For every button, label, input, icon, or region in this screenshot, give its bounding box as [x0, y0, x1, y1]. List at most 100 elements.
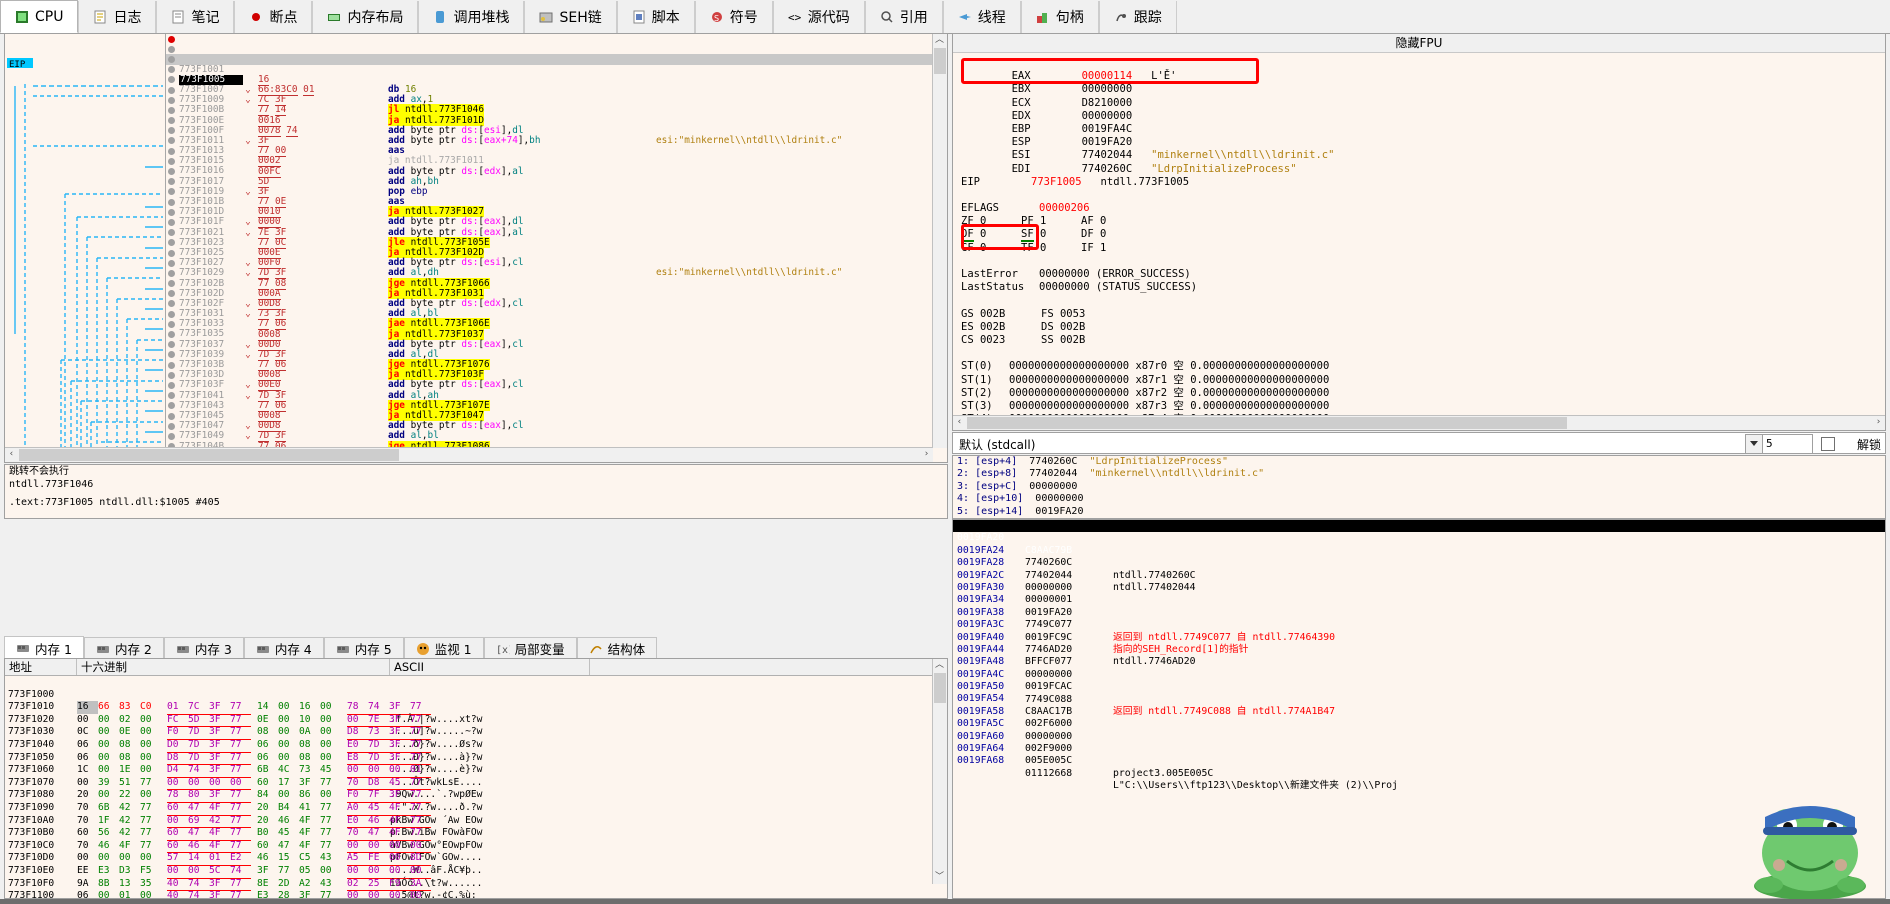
segment-value[interactable]: 002B [980, 308, 1005, 320]
segment-ES[interactable]: ES 002B [961, 321, 1041, 334]
tab-源代码[interactable]: <> 源代码 [773, 1, 865, 33]
stack-row[interactable]: 0019FA24 7740260C ntdll.7740260C [953, 532, 1885, 544]
disasm-row[interactable]: 773F103D ⌄ 7D 3F jge ntdll.773F107E [166, 350, 947, 360]
regs-hscroll-thumb[interactable] [967, 417, 1567, 429]
dump-byte[interactable]: 28 [278, 890, 299, 898]
breakpoint-dot[interactable] [168, 56, 175, 63]
tab-句柄[interactable]: 句柄 [1021, 1, 1099, 33]
breakpoint-dot[interactable] [168, 423, 175, 430]
breakpoint-dot[interactable] [168, 372, 175, 379]
breakpoint-dot[interactable] [168, 36, 175, 43]
breakpoint-dot[interactable] [168, 87, 175, 94]
disasm-row[interactable]: 773F1013 00FC add ah,bh [166, 126, 947, 136]
dump-row[interactable]: 773F1010 00000200FC5D3F770E001000007E3F7… [5, 689, 933, 702]
stack-row[interactable]: 0019FA68 01112668 L"C:\\Users\\ftp123\\D… [953, 743, 1885, 755]
disasm-row[interactable]: 773F100F ⌄ 77 00 ja ntdll.773F1011 [166, 105, 947, 115]
tab-日志[interactable]: 日志 [78, 1, 156, 33]
tab-符号[interactable]: S 符号 [695, 1, 773, 33]
dump-byte[interactable]: 3F [209, 890, 230, 898]
disasm-row[interactable]: 773F103B 00E0 add al,ah [166, 340, 947, 350]
breakpoint-dot[interactable] [168, 46, 175, 53]
disasm-row[interactable]: 773F1033 00D0 add al,dl [166, 299, 947, 309]
stack-value[interactable]: 01112668 [1025, 768, 1103, 780]
dump-row[interactable]: 773F1030 06000800D07D3F7706000800E07D3F7… [5, 714, 933, 727]
dump-header-cell[interactable]: ASCII [390, 659, 590, 675]
flags-row[interactable]: ZF 0PF 1AF 0 [961, 215, 1885, 228]
disasm-row[interactable]: 773F101F ⌄ 77 0C ja ntdll.773F102D [166, 197, 947, 207]
dump-tab-内存 2[interactable]: 内存 2 [84, 637, 164, 659]
tab-笔记[interactable]: 笔记 [156, 1, 234, 33]
disasm-row[interactable]: 773F1045 ⌄ 7D 3F jge ntdll.773F1086 [166, 391, 947, 401]
segment-row[interactable]: GS 002BFS 0053 [961, 308, 1885, 321]
flag-value[interactable]: 1 [1100, 242, 1106, 254]
segment-value[interactable]: 002B [1060, 321, 1085, 333]
dump-tab-监视 1[interactable]: 监视 1 [404, 637, 484, 659]
disasm-row[interactable]: 773F1037 ⌄ 77 06 ja ntdll.773F103F [166, 319, 947, 329]
tab-断点[interactable]: 断点 [234, 1, 312, 33]
breakpoint-dot[interactable] [168, 341, 175, 348]
segment-value[interactable]: 002B [1060, 334, 1085, 346]
breakpoint-dot[interactable] [168, 433, 175, 440]
dump-column-headers[interactable]: 地址十六进制ASCII [5, 659, 947, 676]
register-row[interactable]: EAX00000114 L'Ě' [961, 57, 1885, 70]
dump-byte[interactable]: 77 [230, 890, 251, 898]
scroll-thumb[interactable] [934, 48, 946, 74]
breakpoint-dot[interactable] [168, 148, 175, 155]
disasm-row[interactable]: 773F1043 00D8 add al,bl [166, 380, 947, 390]
breakpoint-dot[interactable] [168, 331, 175, 338]
stack-arg-row[interactable]: 4: [esp+10] 00000000 [953, 493, 1885, 505]
regs-hscrollbar[interactable]: ‹ › [953, 415, 1885, 430]
disasm-row[interactable]: 773F102D ⌄ 73 3F jae ntdll.773F106E [166, 268, 947, 278]
dump-row[interactable]: 773F1000 166683C0017C3F771400160078743F7… [5, 676, 933, 689]
breakpoint-dot[interactable] [168, 290, 175, 297]
stack-row[interactable]: 0019FA64 005E005C project3.005E005C [953, 731, 1885, 743]
dump-byte[interactable]: 00 [410, 890, 431, 898]
breakpoint-dot[interactable] [168, 168, 175, 175]
arg-count-spinner[interactable]: 5 [1762, 434, 1813, 454]
breakpoint-dot[interactable] [168, 219, 175, 226]
breakpoint-dot[interactable] [168, 413, 175, 420]
flags-row[interactable]: OF 0SF 0DF 0 [961, 228, 1885, 241]
register-value[interactable]: 00000114 [1082, 70, 1133, 82]
disasm-row[interactable]: 773F1025 ⌄ 7D 3F jge ntdll.773F1066 [166, 228, 947, 238]
dump-byte[interactable]: 3F [299, 890, 320, 898]
register-value[interactable]: 00000000 [1082, 110, 1133, 122]
breakpoint-dot[interactable] [168, 280, 175, 287]
breakpoint-dot[interactable] [168, 402, 175, 409]
fpu-row[interactable]: ST(3)0000000000000000000 x87r3 空 0.00000… [961, 400, 1885, 413]
breakpoint-dot[interactable] [168, 199, 175, 206]
disasm-row[interactable]: 773F1017 ⌄ 77 0E ja ntdll.773F1027 [166, 156, 947, 166]
flag-value[interactable]: 0 [1040, 242, 1046, 254]
tab-线程[interactable]: 线程 [943, 1, 1021, 33]
flag-value[interactable]: 0 [980, 242, 986, 254]
flag-value[interactable]: 0 [1100, 215, 1106, 227]
disasm-row[interactable]: 773F102B 00D8 add al,bl [166, 258, 947, 268]
disasm-row[interactable]: 773F102F ⌄ 77 06 ja ntdll.773F1037 [166, 279, 947, 289]
tab-CPU[interactable]: CPU [0, 0, 78, 33]
flags-row[interactable]: CF 0TF 0IF 1 [961, 242, 1885, 255]
dump-row[interactable]: 773F10C0 00000000571401E24615C543A5FE008… [5, 827, 933, 840]
breakpoint-dot[interactable] [168, 229, 175, 236]
disasm-row[interactable]: 773F1007 ⌄ 77 14 ja ntdll.773F101D [166, 65, 947, 75]
memory-dump-panel[interactable]: 地址十六进制ASCII 773F1000 166683C0017C3F77140… [4, 658, 948, 899]
segment-SS[interactable]: SS 002B [1041, 334, 1121, 347]
call-convention-bar[interactable]: 默认 (stdcall) 5 解锁 [952, 432, 1886, 454]
dump-row[interactable]: 773F10D0 EEE3D3F500005C743F7705000000000… [5, 840, 933, 853]
stack-row[interactable]: 0019FA48 00000000 [953, 644, 1885, 656]
disasm-row[interactable]: 773F1047 ⌄ 77 06 ja ntdll.773F104F [166, 401, 947, 411]
disasm-row[interactable]: 773F1015 5D pop ebp [166, 136, 947, 146]
flag-value[interactable]: 0 [980, 228, 986, 240]
scroll-left-arrow[interactable]: ‹ [5, 448, 18, 461]
dump-tab-内存 4[interactable]: 内存 4 [244, 637, 324, 659]
breakpoint-dot[interactable] [168, 239, 175, 246]
breakpoint-dot[interactable] [168, 209, 175, 216]
calling-convention-label[interactable]: 默认 (stdcall) [959, 436, 1035, 453]
dump-header-cell[interactable]: 地址 [5, 659, 77, 675]
breakpoint-dot[interactable] [168, 300, 175, 307]
disasm-row[interactable]: 773F1049 0008 add byte ptr ds:[eax],cl [166, 411, 947, 421]
flag-AF[interactable]: AF 0 [1081, 215, 1141, 228]
fpu-row[interactable]: ST(1)0000000000000000000 x87r1 空 0.00000… [961, 374, 1885, 387]
stack-row[interactable]: 0019FA44 BFFCF077 [953, 632, 1885, 644]
dump-row[interactable]: 773F1020 0C000E00F07D3F7708000A00D8733F7… [5, 701, 933, 714]
dump-row[interactable]: 773F10E0 9A8B133540743F778E2DA2430225F93… [5, 852, 933, 865]
